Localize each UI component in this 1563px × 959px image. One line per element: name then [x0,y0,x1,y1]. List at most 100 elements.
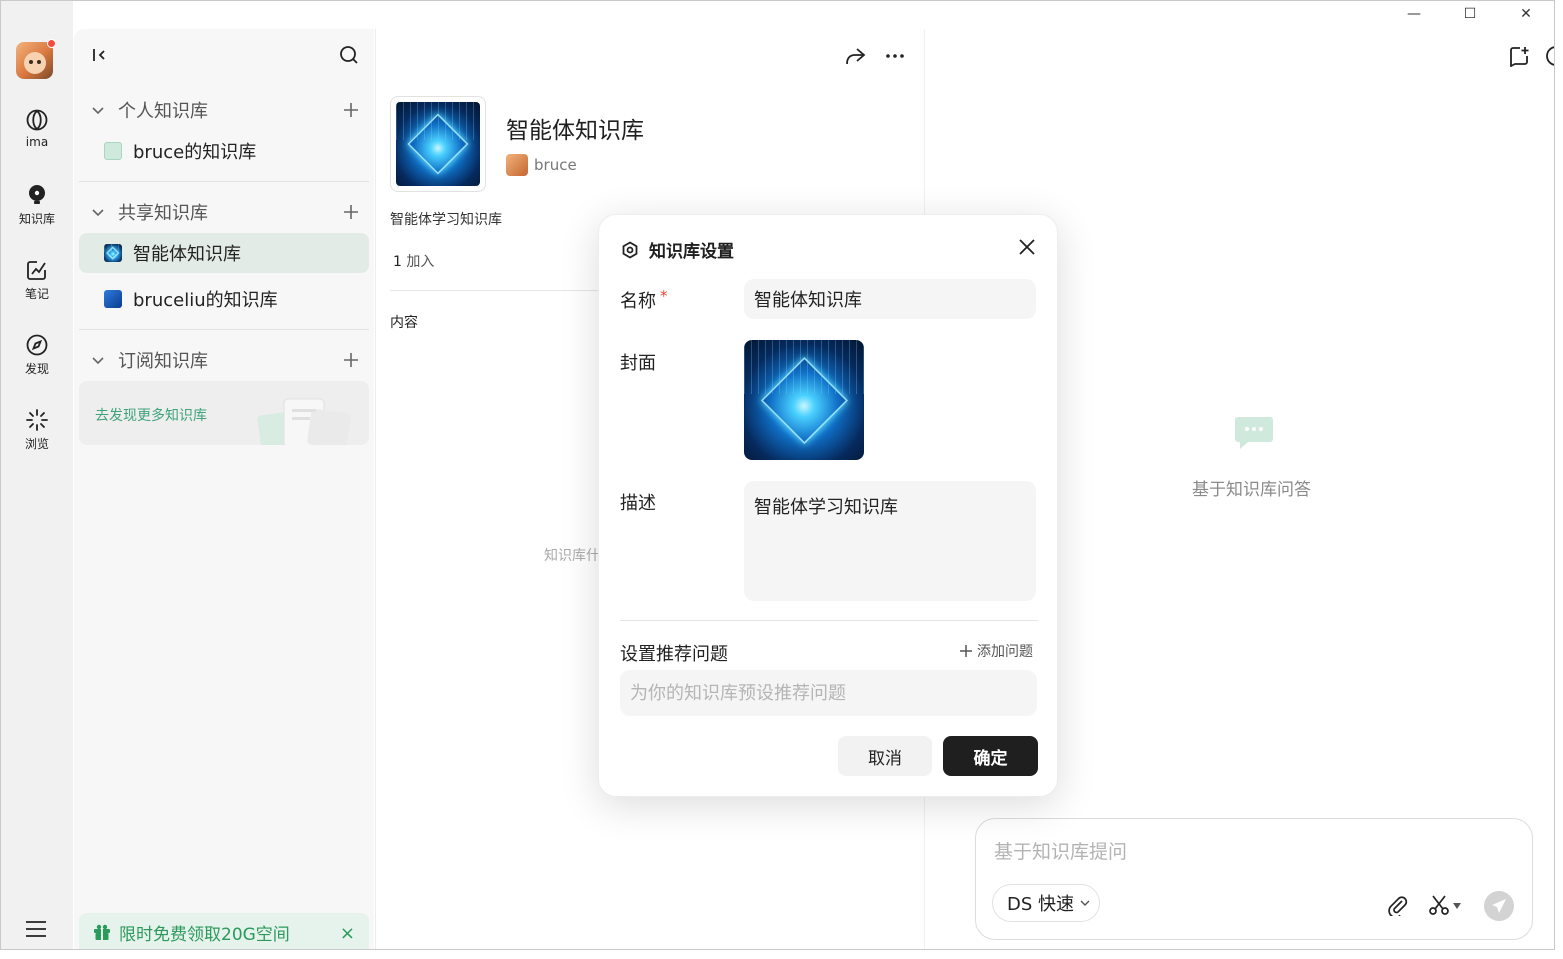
discover-link[interactable]: 去发现更多知识库 [95,405,207,425]
caret-down-icon[interactable] [1453,903,1461,909]
avatar-eye [37,60,41,64]
avatar [506,154,528,176]
chat-bubble-icon [1235,417,1273,449]
section-title: 订阅知识库 [118,351,208,372]
ima-logo-icon [26,109,48,131]
confirm-button[interactable]: 确定 [943,736,1038,776]
maximize-button[interactable]: ☐ [1442,1,1498,27]
history-icon[interactable] [1545,45,1555,67]
desc-label: 描述 [620,493,656,514]
rail-item-browse[interactable]: 浏览 [1,408,73,452]
cover-chip-art [396,102,480,186]
add-kb-icon[interactable] [342,351,360,369]
promo-banner[interactable]: 限时免费领取20G空间 × [79,913,369,949]
content-tab[interactable]: 内容 [390,312,418,332]
name-label-text: 名称 [620,291,656,312]
compass-icon [26,334,48,356]
rail-item-knowledge[interactable]: 知识库 [1,183,73,227]
section-personal-kb[interactable]: 个人知识库 [74,92,374,128]
close-icon[interactable]: × [340,923,355,944]
send-icon [1492,899,1506,913]
send-button[interactable] [1484,891,1514,921]
add-question-button[interactable]: 添加问题 [959,641,1033,661]
sparkle-icon [26,409,48,431]
rail-item-discover[interactable]: 发现 [1,333,73,377]
notification-dot [47,39,56,48]
owner-name: bruce [534,156,577,174]
avatar-eye [29,60,33,64]
gift-icon [94,924,110,940]
section-title: 个人知识库 [118,101,208,122]
rail-item-ima[interactable]: ima [1,108,73,149]
name-label: 名称 * [620,287,668,313]
kb-description-input[interactable]: 智能体学习知识库 [744,481,1036,601]
search-icon[interactable] [339,45,359,65]
chevron-down-icon [92,107,104,115]
section-shared-kb[interactable]: 共享知识库 [74,194,374,230]
model-selector[interactable]: DS 快速 [992,884,1100,922]
recommended-question-input[interactable] [620,670,1037,716]
add-kb-icon[interactable] [342,101,360,119]
question-composer[interactable]: 基于知识库提问 DS 快速 [975,818,1533,940]
kb-cover-image [390,96,486,192]
required-mark: * [660,287,668,305]
kb-description: 智能体学习知识库 [390,212,502,228]
minimize-button[interactable]: — [1386,1,1442,27]
sidebar-divider [79,329,369,330]
recommended-questions-label: 设置推荐问题 [620,644,728,665]
sidebar-divider [79,181,369,182]
user-avatar[interactable] [16,39,56,79]
chevron-down-icon [92,209,104,217]
sidebar-item-agent-kb[interactable]: 智能体知识库 [79,233,369,273]
add-kb-icon[interactable] [342,203,360,221]
join-label: 加入 [401,254,435,270]
sidebar-header [74,29,374,81]
collapse-sidebar-icon[interactable] [91,46,109,64]
sidebar-item-label: 智能体知识库 [133,244,241,265]
scissors-icon[interactable] [1428,894,1450,916]
qa-empty-text: 基于知识库问答 [1192,480,1311,500]
lightbulb-icon [29,185,45,204]
question-input[interactable]: 基于知识库提问 [994,837,1127,864]
rail-item-notes[interactable]: 笔记 [1,258,73,302]
kb-name-input[interactable] [744,279,1036,319]
sidebar-item-bruce-kb[interactable]: bruce的知识库 [79,131,369,171]
close-window-button[interactable]: ✕ [1498,1,1554,27]
chevron-down-icon [92,357,104,365]
add-question-label: 添加问题 [977,644,1033,660]
more-icon[interactable] [884,45,906,67]
modal-divider [620,620,1038,621]
model-label: DS 快速 [1007,894,1075,915]
paperclip-icon[interactable] [1386,894,1408,916]
cover-image-picker[interactable] [744,340,864,460]
join-count: 1 加入 [393,251,434,271]
promo-text: 限时免费领取20G空间 [119,924,290,945]
note-edit-icon [27,261,46,280]
plus-icon [960,645,972,657]
discover-more-card[interactable]: 去发现更多知识库 [79,381,369,445]
empty-state-text: 知识库什 [544,548,600,564]
rail-item-label: ima [25,135,49,149]
join-number: 1 [393,254,402,270]
modal-header: 知识库设置 [621,237,734,262]
share-icon[interactable] [844,45,866,67]
kb-cover-thumb-icon [104,244,122,262]
chevron-down-icon [1080,900,1090,906]
section-subscribed-kb[interactable]: 订阅知识库 [74,342,374,378]
kb-sidebar: 个人知识库 bruce的知识库 共享知识库 智能体知识库 bruceliu的知识… [74,29,374,949]
close-icon[interactable] [1017,237,1037,257]
rail-item-label: 笔记 [24,287,49,301]
rail-item-label: 知识库 [18,212,55,226]
menu-icon[interactable] [25,919,47,939]
rail-item-label: 发现 [24,362,49,376]
app-window: — ☐ ✕ ima 知识库 笔记 发现 浏览 个人知识库 bruce的知识库 共… [0,0,1555,950]
settings-icon [622,240,638,259]
section-title: 共享知识库 [118,203,208,224]
kb-cover-thumb-icon [104,290,122,308]
kb-owner: bruce [506,154,577,176]
cancel-button[interactable]: 取消 [838,736,932,776]
new-chat-icon[interactable] [1508,45,1530,67]
sidebar-item-bruceliu-kb[interactable]: bruceliu的知识库 [79,279,369,319]
rail-item-label: 浏览 [24,437,49,451]
avatar-face [24,52,46,74]
